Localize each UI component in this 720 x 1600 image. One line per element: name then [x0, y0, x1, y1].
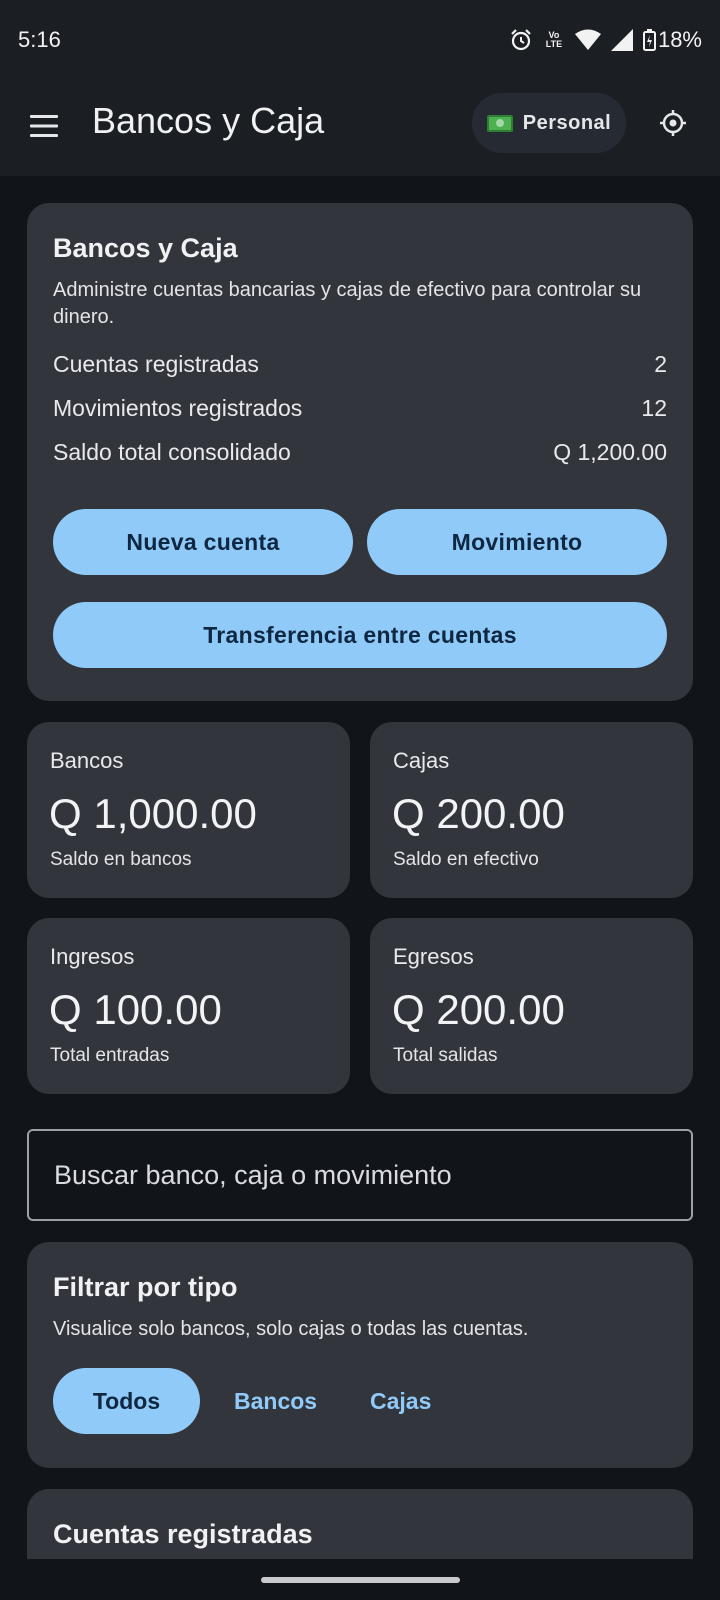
- stat-label: Movimientos registrados: [53, 395, 303, 421]
- battery-group: 18%: [642, 27, 702, 53]
- money-icon: [486, 114, 513, 132]
- filter-chip-todos[interactable]: Todos: [53, 1368, 200, 1434]
- profile-label: Personal: [522, 111, 612, 134]
- gesture-nav-handle[interactable]: [261, 1577, 460, 1583]
- transfer-button[interactable]: Transferencia entre cuentas: [53, 602, 667, 668]
- summary-card: Bancos y Caja Administre cuentas bancari…: [27, 203, 693, 701]
- battery-icon: [642, 29, 656, 51]
- search-input[interactable]: Buscar banco, caja o movimiento: [27, 1129, 693, 1221]
- accounts-title: Cuentas registradas: [53, 1519, 313, 1549]
- metric-card-banks: Bancos Q 1,000.00 Saldo en bancos: [27, 722, 350, 898]
- movement-button[interactable]: Movimiento: [367, 509, 667, 575]
- stat-row-movements: Movimientos registrados 12: [53, 395, 667, 422]
- metric-subtitle: Saldo en bancos: [50, 849, 192, 870]
- stat-row-total-balance: Saldo total consolidado Q 1,200.00: [53, 439, 667, 466]
- theme-icon[interactable]: [658, 108, 688, 138]
- metric-card-expenses: Egresos Q 200.00 Total salidas: [370, 918, 693, 1094]
- filter-title: Filtrar por tipo: [53, 1272, 238, 1302]
- wifi-icon: [574, 29, 601, 50]
- volte-icon: Vo LTE: [543, 31, 565, 49]
- stat-label: Cuentas registradas: [53, 351, 259, 377]
- metric-label: Ingresos: [50, 944, 135, 969]
- battery-percent: 18%: [657, 27, 702, 52]
- metric-subtitle: Saldo en efectivo: [393, 849, 539, 870]
- summary-description: Administre cuentas bancarias y cajas de …: [53, 279, 642, 328]
- metric-card-income: Ingresos Q 100.00 Total entradas: [27, 918, 350, 1094]
- status-bar: 5:16 Vo LTE 18%: [0, 0, 720, 80]
- metric-subtitle: Total salidas: [393, 1045, 498, 1066]
- stat-value: 12: [641, 395, 667, 421]
- status-time: 5:16: [18, 27, 61, 52]
- metric-label: Egresos: [393, 944, 474, 969]
- filter-card: Filtrar por tipo Visualice solo bancos, …: [27, 1242, 693, 1468]
- metric-label: Bancos: [50, 748, 124, 773]
- stat-label: Saldo total consolidado: [53, 439, 291, 465]
- app-bar: Bancos y Caja Personal: [0, 80, 720, 176]
- signal-icon: [610, 29, 633, 51]
- new-account-button[interactable]: Nueva cuenta: [53, 509, 353, 575]
- volte-label: Vo LTE: [545, 30, 563, 49]
- filter-description: Visualice solo bancos, solo cajas o toda…: [53, 1318, 529, 1340]
- search-placeholder: Buscar banco, caja o movimiento: [54, 1159, 452, 1190]
- summary-title: Bancos y Caja: [53, 233, 238, 263]
- stat-value: Q 1,200.00: [553, 439, 667, 465]
- metric-value: Q 200.00: [392, 790, 565, 837]
- stat-value: 2: [654, 351, 667, 377]
- metric-value: Q 1,000.00: [49, 790, 257, 837]
- metric-value: Q 100.00: [49, 986, 222, 1033]
- stat-row-accounts: Cuentas registradas 2: [53, 351, 667, 378]
- metric-label: Cajas: [393, 748, 450, 773]
- metric-card-cash: Cajas Q 200.00 Saldo en efectivo: [370, 722, 693, 898]
- filter-chip-cajas[interactable]: Cajas: [370, 1368, 431, 1434]
- alarm-icon: [511, 29, 531, 51]
- filter-chip-bancos[interactable]: Bancos: [234, 1368, 317, 1434]
- status-icons: Vo LTE 18%: [509, 27, 702, 53]
- menu-icon[interactable]: [28, 110, 60, 142]
- metric-subtitle: Total entradas: [50, 1045, 170, 1066]
- metric-value: Q 200.00: [392, 986, 565, 1033]
- profile-selector-chip[interactable]: Personal: [472, 93, 626, 153]
- accounts-card: Cuentas registradas: [27, 1489, 693, 1559]
- page-title: Bancos y Caja: [92, 100, 325, 141]
